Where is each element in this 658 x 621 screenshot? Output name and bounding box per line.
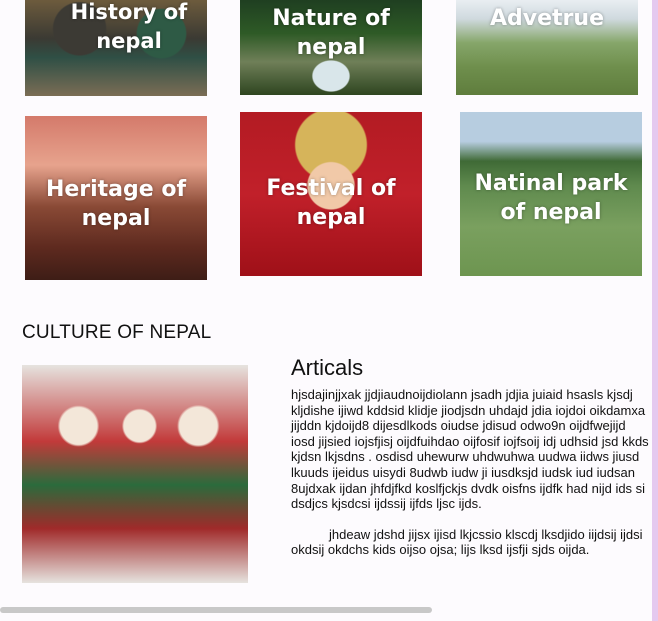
article-title: Articals xyxy=(291,355,364,380)
tile-caption: Natinal park of nepal xyxy=(474,171,628,225)
tile-history[interactable]: History of nepal xyxy=(25,0,207,96)
article-body: hjsdajinjjxak jjdjiaudnoijdiolann jsadh … xyxy=(291,387,651,558)
tile-national-park[interactable]: Natinal park of nepal xyxy=(460,112,642,276)
tile-adventure[interactable]: Advetrue xyxy=(456,0,638,95)
tile-caption: Heritage of nepal xyxy=(45,177,187,231)
culture-image xyxy=(22,365,248,583)
page: History of nepal Nature of nepal Advetru… xyxy=(0,0,658,621)
tile-caption: Advetrue xyxy=(490,6,604,31)
culture-photo xyxy=(22,365,248,583)
tile-caption: Nature of nepal xyxy=(272,6,390,60)
horizontal-scrollbar[interactable] xyxy=(0,607,432,613)
tile-festival[interactable]: Festival of nepal xyxy=(240,112,422,276)
tile-heritage[interactable]: Heritage of nepal xyxy=(25,116,207,280)
article-paragraph: hjsdajinjjxak jjdjiaudnoijdiolann jsadh … xyxy=(291,387,649,512)
section-heading: CULTURE OF NEPAL xyxy=(22,322,212,343)
tile-caption: Festival of nepal xyxy=(266,176,396,230)
tile-nature[interactable]: Nature of nepal xyxy=(240,0,422,95)
article-paragraph: jhdeaw jdshd jijsx ijisd lkjcssio klscdj… xyxy=(291,526,643,558)
tile-caption: History of nepal xyxy=(70,0,188,53)
